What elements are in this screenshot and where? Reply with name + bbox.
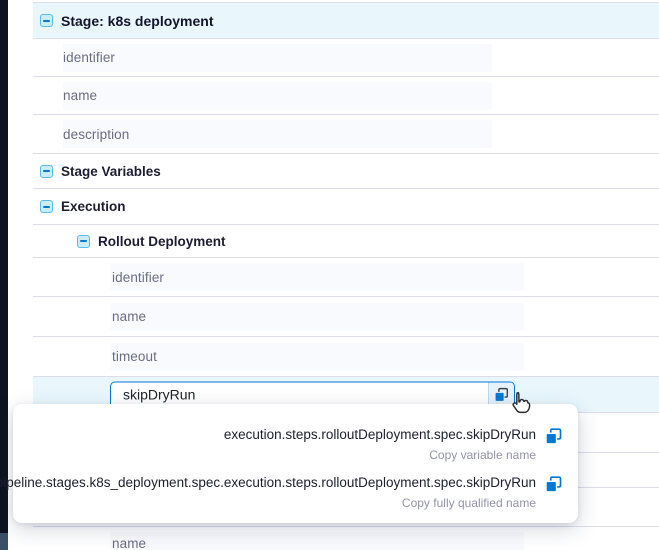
- copy-option-texts: pipeline.stages.k8s_deployment.spec.exec…: [0, 474, 536, 510]
- group-label: Rollout Deployment: [98, 234, 226, 249]
- collapse-minus-icon[interactable]: [77, 235, 90, 248]
- group-label: Execution: [61, 199, 126, 214]
- variable-row-bottom-name[interactable]: name: [33, 527, 659, 550]
- value-field: [110, 532, 524, 550]
- group-row-stage-variables[interactable]: Stage Variables: [33, 154, 659, 189]
- copy-option-texts: execution.steps.rolloutDeployment.spec.s…: [224, 426, 536, 462]
- variable-row-identifier[interactable]: identifier: [33, 39, 659, 77]
- stage-header-row[interactable]: Stage: k8s deployment: [33, 2, 659, 39]
- copy-icon[interactable]: [545, 428, 562, 445]
- copy-icon: [494, 387, 509, 402]
- variable-label: timeout: [112, 349, 157, 364]
- variable-label: name: [112, 536, 146, 550]
- variable-row-step-name[interactable]: name: [33, 297, 659, 337]
- variable-label: name: [112, 309, 146, 324]
- variable-row-step-identifier[interactable]: identifier: [33, 258, 659, 297]
- group-row-rollout-deployment[interactable]: Rollout Deployment: [33, 225, 659, 258]
- group-row-execution[interactable]: Execution: [33, 189, 659, 225]
- variable-row-step-timeout[interactable]: timeout: [33, 337, 659, 377]
- collapse-minus-icon[interactable]: [40, 165, 53, 178]
- value-field: [110, 303, 524, 331]
- variable-label: identifier: [112, 270, 164, 285]
- copy-action-label: Copy variable name: [429, 448, 536, 462]
- variable-row-description[interactable]: description: [33, 115, 659, 154]
- copy-icon[interactable]: [545, 476, 562, 493]
- variable-label: description: [63, 127, 129, 142]
- copy-action-label: Copy fully qualified name: [402, 496, 536, 510]
- group-label: Stage Variables: [61, 164, 161, 179]
- value-field: [110, 343, 524, 371]
- stage-title: Stage: k8s deployment: [61, 13, 214, 29]
- variable-path-text: execution.steps.rolloutDeployment.spec.s…: [224, 426, 536, 443]
- copy-fqn-option[interactable]: pipeline.stages.k8s_deployment.spec.exec…: [29, 474, 562, 510]
- rail-accent: [0, 533, 8, 550]
- collapse-minus-icon[interactable]: [40, 14, 53, 27]
- variable-label: name: [63, 88, 97, 103]
- value-field: [63, 82, 492, 110]
- copy-variable-popover: execution.steps.rolloutDeployment.spec.s…: [13, 404, 578, 523]
- left-rail: [0, 0, 8, 550]
- value-field: [63, 44, 492, 72]
- copy-variable-name-option[interactable]: execution.steps.rolloutDeployment.spec.s…: [29, 426, 562, 462]
- value-field: [110, 263, 524, 291]
- variable-row-name[interactable]: name: [33, 77, 659, 115]
- variable-label: identifier: [63, 50, 115, 65]
- pipeline-variables-screen: Stage: k8s deployment identifier name de…: [0, 0, 659, 550]
- variable-path-text: pipeline.stages.k8s_deployment.spec.exec…: [0, 474, 536, 491]
- collapse-minus-icon[interactable]: [40, 200, 53, 213]
